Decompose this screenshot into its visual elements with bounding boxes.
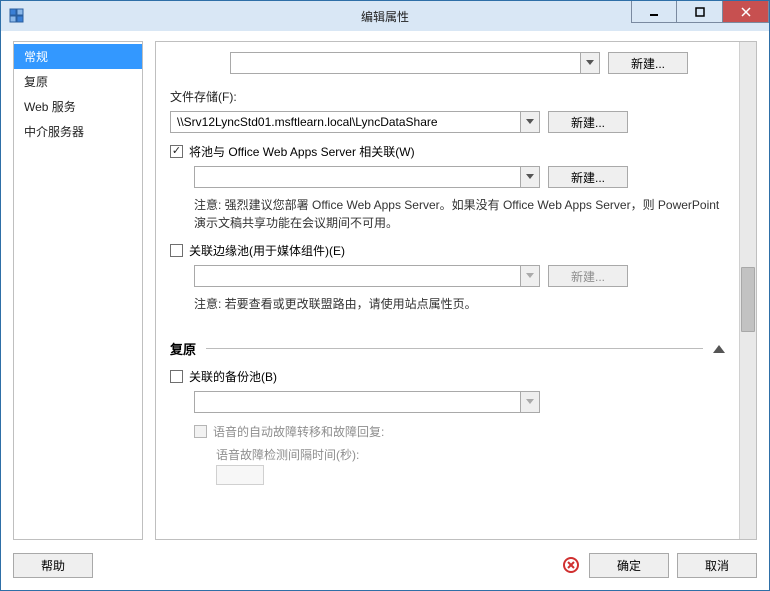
edge-pool-input (194, 265, 520, 287)
cancel-button[interactable]: 取消 (677, 553, 757, 578)
top-combo-dropdown[interactable] (580, 52, 600, 74)
owa-associate-label: 将池与 Office Web Apps Server 相关联(W) (189, 143, 415, 160)
backup-pool-checkbox[interactable] (170, 370, 183, 383)
voice-interval-input (216, 465, 264, 485)
content-panel: 新建... 文件存储(F): 新建... 将池与 Office Web Apps… (155, 41, 757, 540)
content-scroll-area: 新建... 文件存储(F): 新建... 将池与 Office Web Apps… (156, 42, 739, 539)
upper-area: 常规 复原 Web 服务 中介服务器 新建... 文件存储(F): (1, 31, 769, 546)
edit-properties-dialog: 编辑属性 常规 复原 Web 服务 中介服务器 (0, 0, 770, 591)
sidebar-item-mediation-server[interactable]: 中介服务器 (14, 119, 142, 144)
resiliency-section-header[interactable]: 复原 (170, 339, 725, 358)
voice-failover-label: 语音的自动故障转移和故障回复: (213, 423, 384, 440)
vertical-scrollbar[interactable] (739, 42, 756, 539)
help-button[interactable]: 帮助 (13, 553, 93, 578)
edge-pool-dropdown (520, 265, 540, 287)
owa-associate-checkbox[interactable] (170, 145, 183, 158)
edge-pool-combo (194, 265, 540, 287)
file-store-input[interactable] (170, 111, 520, 133)
dialog-body: 常规 复原 Web 服务 中介服务器 新建... 文件存储(F): (1, 31, 769, 590)
backup-pool-input (194, 391, 520, 413)
scrollbar-thumb[interactable] (741, 267, 755, 332)
close-button[interactable] (723, 1, 769, 23)
owa-new-button[interactable]: 新建... (548, 166, 628, 188)
error-icon (563, 557, 579, 573)
app-icon (8, 7, 26, 25)
sidebar-item-general[interactable]: 常规 (14, 44, 142, 69)
maximize-button[interactable] (677, 1, 723, 23)
top-combo[interactable] (230, 52, 600, 74)
edge-associate-checkbox[interactable] (170, 244, 183, 257)
sidebar-item-resiliency[interactable]: 复原 (14, 69, 142, 94)
owa-note: 注意: 强烈建议您部署 Office Web Apps Server。如果没有 … (194, 196, 725, 232)
ok-button[interactable]: 确定 (589, 553, 669, 578)
sidebar-item-web-services[interactable]: Web 服务 (14, 94, 142, 119)
window-controls (631, 1, 769, 23)
file-store-new-button[interactable]: 新建... (548, 111, 628, 133)
backup-pool-combo (194, 391, 540, 413)
resiliency-header-text: 复原 (170, 339, 196, 358)
voice-failover-checkbox (194, 425, 207, 438)
edge-associate-label: 关联边缘池(用于媒体组件)(E) (189, 242, 345, 259)
section-divider (206, 348, 703, 349)
top-combo-input[interactable] (230, 52, 580, 74)
minimize-button[interactable] (631, 1, 677, 23)
voice-interval-label: 语音故障检测间隔时间(秒): (216, 446, 725, 463)
owa-server-input[interactable] (194, 166, 520, 188)
file-store-dropdown[interactable] (520, 111, 540, 133)
owa-server-combo[interactable] (194, 166, 540, 188)
backup-pool-label: 关联的备份池(B) (189, 368, 277, 385)
dialog-footer: 帮助 确定 取消 (1, 546, 769, 590)
backup-pool-dropdown (520, 391, 540, 413)
titlebar: 编辑属性 (1, 1, 769, 31)
edge-note: 注意: 若要查看或更改联盟路由，请使用站点属性页。 (194, 295, 725, 313)
file-store-combo[interactable] (170, 111, 540, 133)
collapse-up-icon[interactable] (713, 345, 725, 353)
category-sidebar: 常规 复原 Web 服务 中介服务器 (13, 41, 143, 540)
owa-server-dropdown[interactable] (520, 166, 540, 188)
file-store-label: 文件存储(F): (170, 88, 725, 105)
edge-new-button: 新建... (548, 265, 628, 287)
top-new-button[interactable]: 新建... (608, 52, 688, 74)
